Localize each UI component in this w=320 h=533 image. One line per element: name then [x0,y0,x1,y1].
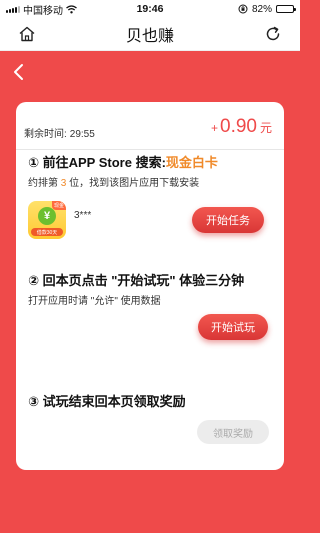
battery-percent: 82% [251,3,272,15]
remaining-time-value: 29:55 [69,129,95,140]
app-icon-badge: 现金 [51,201,66,210]
reward-unit: 元 [259,121,272,135]
step-1-desc: 约排第 3 位，找到该图片应用下载安装 [28,174,199,189]
battery-icon [276,5,296,13]
task-card: 剩余时间: 29:55 + 0.90 元 ① 前往APP Store 搜索:现金白… [16,102,284,470]
step-1-title: ① 前往APP Store 搜索:现金白卡 [28,152,218,171]
claim-reward-button[interactable]: 领取奖励 [197,420,269,444]
signal-icon [6,5,20,13]
status-bar: 中国移动 19:46 82% [0,0,300,18]
orientation-lock-icon [238,4,248,14]
start-task-button[interactable]: 开始任务 [192,207,264,233]
card-header: 剩余时间: 29:55 + 0.90 元 [16,102,284,150]
step-1-title-text: ① 前往APP Store 搜索: [28,155,166,170]
step-2-desc: 打开应用时请 "允许" 使用数据 [28,296,161,307]
home-icon[interactable] [18,25,36,43]
app-name: 3*** [74,210,92,221]
reward-amount-block: + 0.90 元 [211,116,272,138]
nav-bar: 贝也赚 [0,18,300,51]
reward-amount: 0.90 [220,116,257,137]
app-icon: 现金 ¥ 借款30天 [28,201,66,239]
status-time: 19:46 [136,3,164,15]
wifi-icon [66,4,77,13]
remaining-time: 剩余时间: 29:55 [24,125,95,140]
step-1-keyword: 现金白卡 [165,155,218,170]
status-left: 中国移动 [6,2,77,17]
refresh-icon[interactable] [264,25,282,43]
step-1-desc-prefix: 约排第 [28,178,58,189]
carrier-label: 中国移动 [23,5,63,17]
step-1-rank: 3 [60,178,67,189]
remaining-time-label: 剩余时间: [24,129,67,140]
app-icon-caption: 借款30天 [31,228,63,236]
status-right: 82% [238,3,296,15]
chevron-left-icon[interactable] [10,62,28,82]
step-3-title: ③ 试玩结束回本页领取奖励 [28,394,186,409]
reward-plus: + [210,121,218,135]
step-1-desc-suffix: 位，找到该图片应用下载安装 [69,178,200,189]
yen-coin-icon: ¥ [38,207,56,225]
page-title: 贝也赚 [125,28,174,45]
start-trial-button[interactable]: 开始试玩 [198,314,268,340]
step-2-title: ② 回本页点击 "开始试玩" 体验三分钟 [28,273,245,288]
